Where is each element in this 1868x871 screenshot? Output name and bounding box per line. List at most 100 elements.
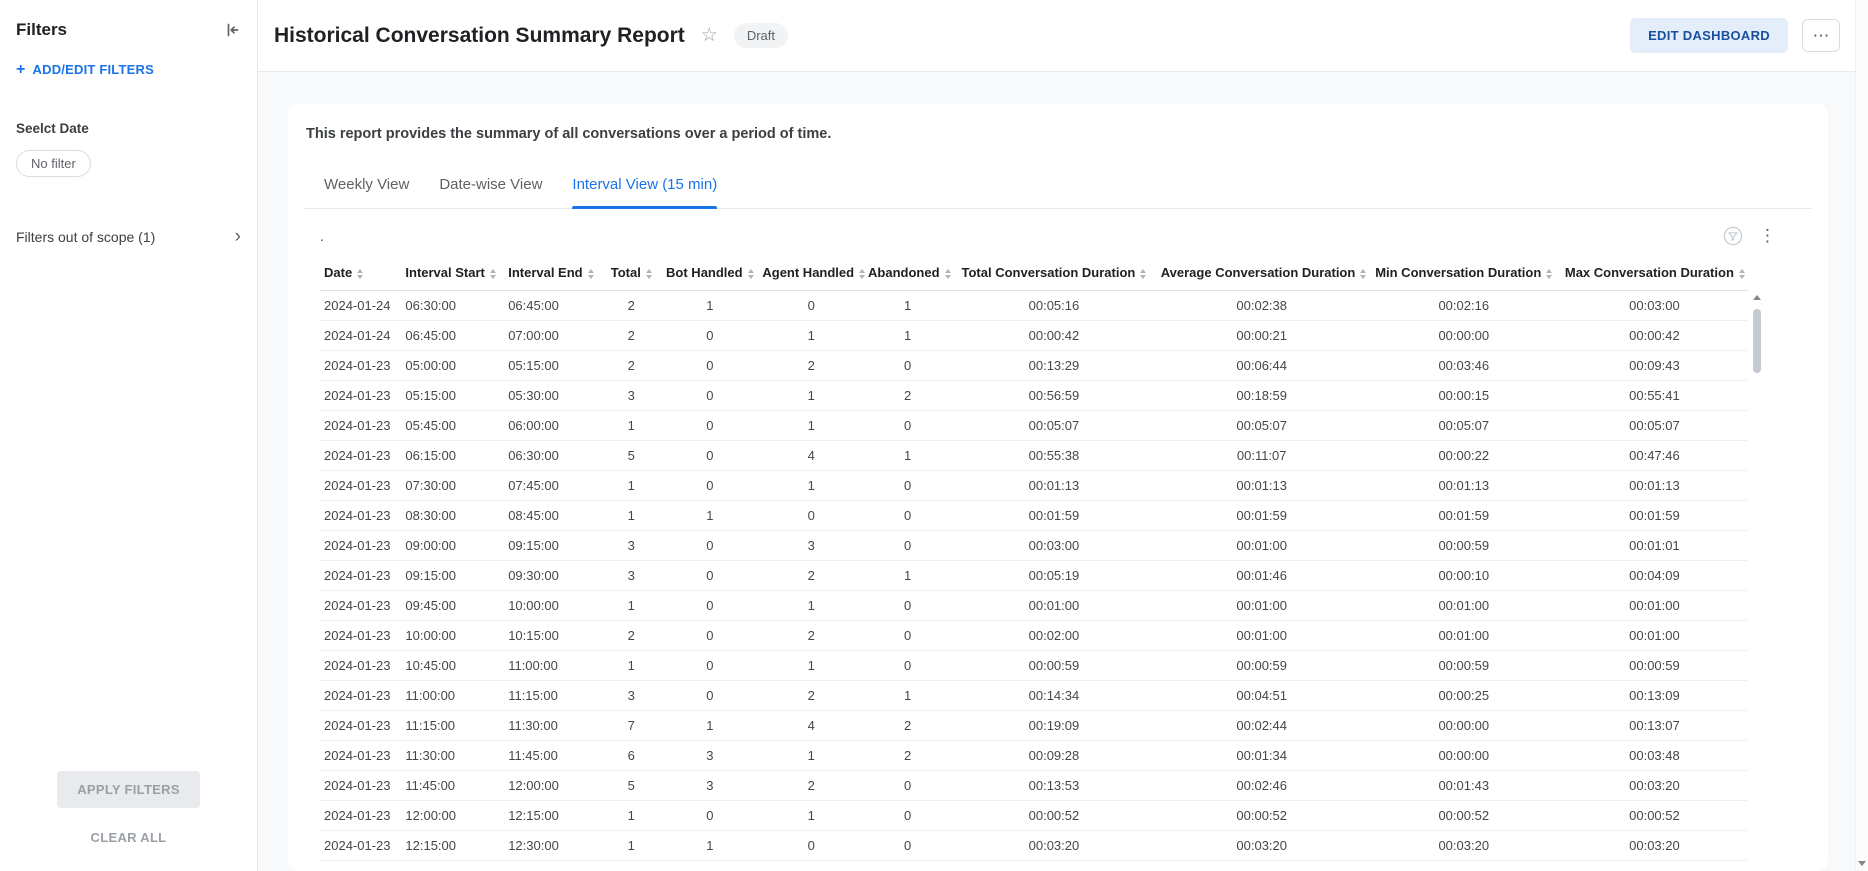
table-cell: 0 — [661, 681, 758, 711]
no-filter-chip[interactable]: No filter — [16, 150, 91, 177]
collapse-sidebar-button[interactable] — [223, 21, 241, 39]
filters-out-of-scope[interactable]: Filters out of scope (1) › — [16, 229, 241, 245]
table-cell: 0 — [661, 351, 758, 381]
tab-interval-view-15-min[interactable]: Interval View (15 min) — [572, 176, 717, 208]
column-header-label: Agent Handled — [762, 265, 854, 280]
table-cell: 00:02:44 — [1157, 711, 1367, 741]
table-cell: 11:30:00 — [504, 711, 601, 741]
table-cell: 1 — [661, 501, 758, 531]
column-header[interactable]: Interval Start — [401, 253, 504, 291]
table-cell: 11:45:00 — [401, 771, 504, 801]
table-cell: 2024-01-23 — [320, 831, 401, 861]
column-header[interactable]: Total Conversation Duration — [951, 253, 1157, 291]
table-cell: 00:00:21 — [1157, 321, 1367, 351]
table-cell: 2024-01-23 — [320, 681, 401, 711]
column-header[interactable]: Min Conversation Duration — [1367, 253, 1561, 291]
table-cell: 11:00:00 — [401, 681, 504, 711]
table-cell: 06:45:00 — [504, 291, 601, 321]
column-header[interactable]: Max Conversation Duration — [1561, 253, 1748, 291]
table-scrollbar[interactable] — [1752, 293, 1762, 871]
column-header[interactable]: Interval End — [504, 253, 601, 291]
kebab-menu-icon[interactable]: ⋮ — [1759, 228, 1776, 244]
sort-icon[interactable] — [1360, 269, 1366, 279]
sort-icon[interactable] — [588, 269, 594, 279]
window-scrollbar[interactable] — [1855, 0, 1868, 871]
table-cell: 02:04:21 — [1561, 861, 1748, 871]
table-cell: 00:01:59 — [1561, 501, 1748, 531]
table-cell: 2 — [601, 321, 661, 351]
table-cell: 0 — [864, 591, 951, 621]
table-cell: 0 — [661, 591, 758, 621]
add-edit-filters-button[interactable]: + ADD/EDIT FILTERS — [16, 62, 241, 77]
widget-header: . ⋮ — [304, 223, 1812, 249]
sort-icon[interactable] — [357, 269, 363, 279]
table-cell: 10:45:00 — [401, 651, 504, 681]
table-cell: 00:05:07 — [1561, 411, 1748, 441]
table-cell: 09:45:00 — [401, 591, 504, 621]
table-cell: 00:01:13 — [1561, 471, 1748, 501]
table-cell: 3 — [601, 861, 661, 871]
sort-icon[interactable] — [1546, 269, 1552, 279]
table-cell: 09:30:00 — [504, 561, 601, 591]
table-cell: 00:00:52 — [951, 801, 1157, 831]
table-cell: 2024-01-23 — [320, 351, 401, 381]
table-cell: 00:42:03 — [1157, 861, 1367, 871]
tab-weekly-view[interactable]: Weekly View — [324, 176, 409, 208]
table-cell: 2024-01-23 — [320, 441, 401, 471]
window-scroll-down-icon[interactable] — [1858, 861, 1866, 866]
star-icon[interactable]: ☆ — [701, 24, 718, 47]
table-cell: 10:15:00 — [504, 621, 601, 651]
sort-icon[interactable] — [1140, 269, 1146, 279]
table-cell: 0 — [661, 561, 758, 591]
edit-dashboard-button[interactable]: EDIT DASHBOARD — [1630, 18, 1788, 53]
table-cell: 2 — [864, 741, 951, 771]
column-header[interactable]: Total — [601, 253, 661, 291]
table-cell: 2024-01-23 — [320, 801, 401, 831]
apply-filters-button[interactable]: APPLY FILTERS — [57, 771, 200, 808]
sort-icon[interactable] — [646, 269, 652, 279]
column-header-label: Date — [324, 265, 352, 280]
sort-icon[interactable] — [748, 269, 754, 279]
table-cell: 00:13:07 — [1561, 711, 1748, 741]
tab-date-wise-view[interactable]: Date-wise View — [439, 176, 542, 208]
table-cell: 1 — [661, 711, 758, 741]
column-header[interactable]: Abandoned — [864, 253, 951, 291]
table-row: 2024-01-2311:15:0011:30:00714200:19:0900… — [320, 711, 1748, 741]
table-cell: 00:55:41 — [1561, 381, 1748, 411]
sort-icon[interactable] — [945, 269, 951, 279]
table-cell: 2 — [758, 351, 864, 381]
table-row: 2024-01-2308:30:0008:45:00110000:01:5900… — [320, 501, 1748, 531]
more-options-button[interactable]: ⋯ — [1802, 19, 1840, 52]
table-cell: 00:00:22 — [1367, 441, 1561, 471]
table-cell: 00:00:59 — [1157, 651, 1367, 681]
table-cell: 10:00:00 — [504, 591, 601, 621]
table-cell: 00:01:00 — [951, 591, 1157, 621]
table-cell: 1 — [864, 561, 951, 591]
table-cell: 00:18:59 — [1157, 381, 1367, 411]
column-header[interactable]: Average Conversation Duration — [1157, 253, 1367, 291]
table-row: 2024-01-2305:15:0005:30:00301200:56:5900… — [320, 381, 1748, 411]
table-cell: 6 — [601, 741, 661, 771]
main-area: Historical Conversation Summary Report ☆… — [258, 0, 1868, 871]
table-scrollbar-thumb[interactable] — [1753, 309, 1761, 373]
column-header[interactable]: Date — [320, 253, 401, 291]
table-cell: 0 — [661, 411, 758, 441]
table-cell: 1 — [601, 591, 661, 621]
scroll-up-icon[interactable] — [1753, 295, 1761, 300]
sort-icon[interactable] — [1739, 269, 1745, 279]
sort-icon[interactable] — [490, 269, 496, 279]
filter-icon[interactable] — [1723, 226, 1743, 246]
table-cell: 11:45:00 — [504, 741, 601, 771]
table-row: 2024-01-2406:30:0006:45:00210100:05:1600… — [320, 291, 1748, 321]
table-cell: 0 — [864, 351, 951, 381]
sort-icon[interactable] — [859, 269, 865, 279]
table-cell: 00:01:00 — [1157, 531, 1367, 561]
clear-all-button[interactable]: CLEAR ALL — [0, 830, 257, 845]
table-cell: 00:04:51 — [1157, 681, 1367, 711]
table-cell: 00:03:00 — [951, 531, 1157, 561]
table-cell: 0 — [661, 321, 758, 351]
table-cell: 5 — [601, 441, 661, 471]
table-widget: . ⋮ — [304, 223, 1812, 871]
column-header[interactable]: Agent Handled — [758, 253, 864, 291]
column-header[interactable]: Bot Handled — [661, 253, 758, 291]
